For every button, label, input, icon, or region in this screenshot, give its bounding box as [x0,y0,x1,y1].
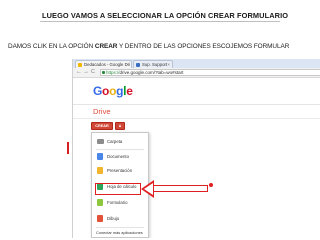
tab-google-drive[interactable]: Dedacados - Google Dri × [75,60,132,68]
menu-item-form[interactable]: Formulario [92,196,148,209]
toolbar-divider [73,118,320,119]
logo-letter: G [93,84,103,98]
address-bar-row: ← → C https://drive.google.com/?tab=wo#s… [73,68,320,78]
url-input[interactable]: https://drive.google.com/?tab=wo#start [100,69,320,76]
slide-subtitle: DAMOS CLIK EN LA OPCIÓN CREAR Y DENTRO D… [8,43,289,50]
create-button[interactable]: CREAR [91,122,113,130]
red-side-marker [67,142,69,154]
menu-item-document[interactable]: Documento [92,150,148,163]
menu-item-label: Formulario [107,200,128,205]
presentation-icon [97,167,103,174]
tab-bar: Dedacados - Google Dri × Sup. Support × [73,59,320,68]
subtitle-bold: CREAR [94,43,118,50]
menu-item-label: Documento [107,154,129,159]
menu-item-label: Carpeta [107,139,123,144]
subtitle-pre: DAMOS CLIK EN LA OPCIÓN [8,43,95,50]
tab-close-icon[interactable]: × [167,61,170,68]
menu-divider [96,227,144,228]
url-text: drive.google.com/?tab=wo#start [119,70,184,75]
header-divider [73,104,320,105]
pointer-arrow-shaft [153,185,208,192]
browser-screenshot: Dedacados - Google Dri × Sup. Support × … [72,59,320,238]
form-icon [97,199,103,206]
menu-item-presentation[interactable]: Presentación [92,164,148,177]
folder-icon [97,139,104,144]
menu-item-drawing[interactable]: Dibujo [92,212,148,225]
document-icon [97,153,103,160]
upload-button[interactable] [115,122,125,130]
drawing-icon [97,215,103,222]
tab-close-icon[interactable]: × [126,61,129,68]
google-logo[interactable]: Google [93,84,133,98]
lock-icon [102,71,105,74]
drive-favicon-icon [78,63,82,67]
reload-icon[interactable]: C [91,68,95,77]
pointer-arrow-inner [144,183,153,195]
slide-title: LUEGO VAMOS A SELECCIONAR LA OPCIÓN CREA… [42,11,289,20]
support-favicon-icon [136,63,140,67]
subtitle-post: Y DENTRO DE LAS OPCIONES ESCOJEMOS FORMU… [117,43,290,50]
title-underline [40,21,280,22]
forward-arrow-icon[interactable]: → [83,68,89,77]
back-arrow-icon[interactable]: ← [76,68,82,77]
url-scheme: https:// [106,70,120,75]
pointer-arrow-dot [209,183,213,187]
menu-item-label: Dibujo [107,216,120,221]
tab-label: Sup. Support [142,62,168,67]
tab-support[interactable]: Sup. Support × [133,60,173,68]
form-highlight-box [95,183,141,195]
menu-item-label: Presentación [107,168,133,173]
tab-label: Dedacados - Google Dri [84,62,131,67]
menu-item-folder[interactable]: Carpeta [92,135,148,148]
logo-letter: e [126,84,133,98]
drive-title: Drive [93,107,111,116]
connect-more-apps-link[interactable]: Conectar más aplicaciones [96,230,143,235]
